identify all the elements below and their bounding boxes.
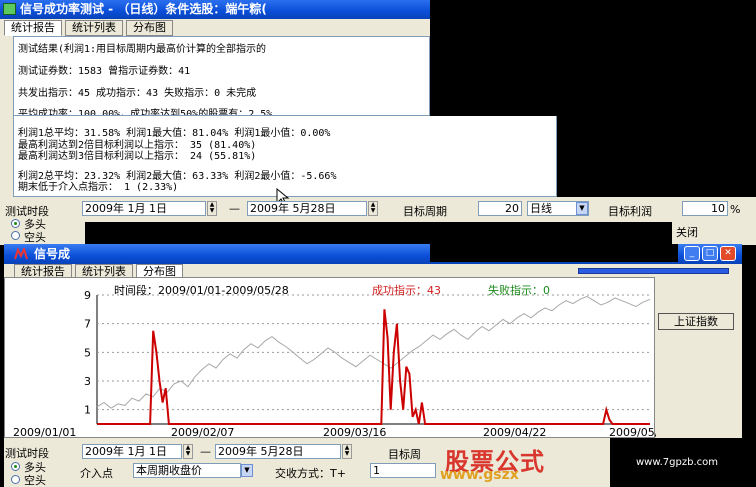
chevron-down-icon[interactable]: ▼ — [576, 202, 588, 215]
chevron-down-icon[interactable]: ▼ — [241, 464, 253, 477]
percent-label: % — [730, 203, 741, 216]
y-tick-label: 7 — [84, 318, 91, 331]
close-label[interactable]: 关闭 — [676, 224, 698, 240]
tab-list[interactable]: 统计列表 — [65, 20, 123, 36]
x-tick-label: 2009/01/01 — [13, 426, 76, 439]
start-date-picker[interactable]: 2009年 1月 1日 — [82, 444, 182, 459]
start-date-picker[interactable]: 2009年 1月 1日 — [82, 201, 206, 216]
app-icon — [14, 248, 28, 260]
report-text-panel: 测试结果(利润1:用目标周期内最高价计算的全部指示的 测试证券数：1583 曾指… — [13, 36, 430, 116]
end-date-picker[interactable]: 2009年 5月28日 — [215, 444, 341, 459]
black-area — [430, 244, 678, 262]
long-radio[interactable] — [11, 219, 20, 228]
report-line: 平均成功率：100.00%，成功率达到50%的股票有：2.5% — [18, 109, 273, 116]
target-period-label: 目标周 — [388, 448, 421, 461]
trade-label: 交收方式：T+ — [275, 467, 346, 480]
maximize-icon: □ — [705, 248, 715, 258]
close-icon: ✕ — [724, 248, 732, 258]
trade-input[interactable]: 1 — [370, 463, 436, 478]
report-line: 共发出指示：45 成功指示：43 失败指示：0 未完成 — [18, 88, 257, 99]
signal-chart: 9 7 5 3 1 2009/01/01 2009/02/07 2009/03/16 2009/… — [13, 289, 672, 439]
test-window-title: 信号成功率测试 - （日线）条件选股：端午粽( — [20, 2, 267, 16]
long-radio[interactable] — [11, 462, 20, 471]
target-period-input[interactable]: 20 — [478, 201, 522, 216]
end-date-spinner[interactable]: ▲ ▼ — [342, 444, 352, 459]
entry-value: 本周期收盘价 — [136, 464, 202, 477]
app-icon — [3, 3, 16, 15]
watermark-site: www.7gpzb.com — [636, 457, 718, 468]
short-radio[interactable] — [11, 475, 20, 484]
chart-success-text: 成功指示：43 — [372, 284, 441, 297]
chart-period-text: 时间段：2009/01/01-2009/05/28 — [114, 284, 289, 297]
start-date-spinner[interactable]: ▲ ▼ — [207, 201, 217, 216]
date-dash: — — [200, 445, 211, 458]
x-tick-label: 2009/04/22 — [483, 426, 546, 439]
signal-series-line — [97, 309, 650, 425]
test-window: 信号成功率测试 - （日线）条件选股：端午粽( 统计报告 统计列表 分布图 测试… — [0, 0, 756, 260]
short-label: 空头 — [24, 231, 46, 244]
entry-select[interactable]: 本周期收盘价 — [133, 463, 241, 478]
report-tabs: 统计报告 统计列表 分布图 — [4, 20, 173, 36]
tab-distribution[interactable]: 分布图 — [126, 20, 173, 36]
test-window-titlebar[interactable]: 信号成功率测试 - （日线）条件选股：端午粽( — [0, 0, 430, 19]
report-line: 最高利润达到3倍目标利润以上指示： 24 (55.81%) — [18, 151, 257, 162]
minimize-icon: _ — [689, 248, 695, 258]
report-line: 期末低于介入点指示： 1 (2.33%) — [18, 182, 179, 193]
close-button[interactable]: ✕ — [720, 246, 736, 261]
entry-label: 介入点 — [80, 467, 113, 480]
y-tick-label: 3 — [84, 375, 91, 388]
date-dash: — — [229, 202, 240, 215]
report-line: 测试结果(利润1:用目标周期内最高价计算的全部指示的 — [18, 44, 267, 55]
y-tick-label: 5 — [84, 346, 91, 359]
end-date-picker[interactable]: 2009年 5月28日 — [247, 201, 367, 216]
period-unit-value: 日线 — [530, 202, 552, 215]
report-line: 测试证券数：1583 曾指示证券数：41 — [18, 66, 191, 77]
report-text-panel-lower: 利润1总平均：31.58% 利润1最大值：81.04% 利润1最小值：0.00%… — [13, 116, 557, 197]
target-profit-label: 目标利润 — [608, 205, 652, 218]
index-toggle-button[interactable]: 上证指数 — [658, 313, 734, 330]
chart-area: 9 7 5 3 1 2009/01/01 2009/02/07 2009/03/16 2009/… — [4, 277, 672, 439]
x-tick-label: 2009/03/16 — [323, 426, 386, 439]
chart-window-title: 信号成 — [34, 247, 71, 261]
y-tick-label: 1 — [84, 404, 91, 417]
short-label: 空头 — [24, 474, 46, 487]
minimize-button[interactable]: _ — [684, 246, 700, 261]
end-date-spinner[interactable]: ▲ ▼ — [368, 201, 378, 216]
black-area — [557, 116, 756, 197]
y-tick-label: 9 — [84, 289, 91, 302]
black-area — [430, 0, 756, 116]
watermark-url: www.gszx — [440, 467, 519, 483]
tab-report[interactable]: 统计报告 — [4, 20, 62, 36]
x-tick-label: 2009/02/07 — [171, 426, 234, 439]
target-profit-input[interactable]: 10 — [682, 201, 728, 216]
maximize-button[interactable]: □ — [702, 246, 718, 261]
progress-bar — [578, 268, 729, 274]
start-date-spinner[interactable]: ▲ ▼ — [183, 444, 193, 459]
short-radio[interactable] — [11, 231, 20, 240]
target-period-label: 目标周期 — [403, 205, 447, 218]
chart-fail-text: 失败指示：0 — [488, 284, 550, 297]
